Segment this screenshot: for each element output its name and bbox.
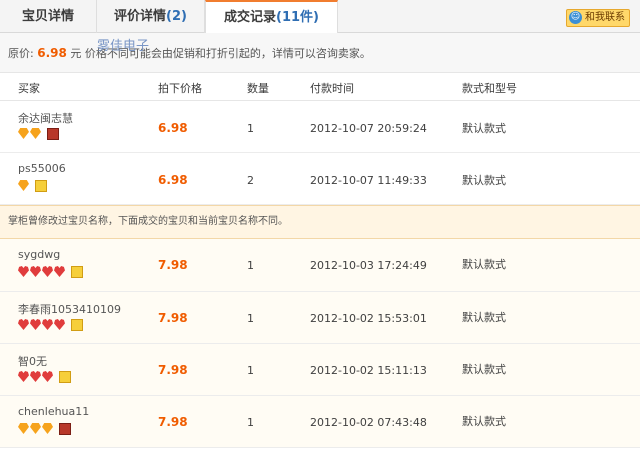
heart-icon: [42, 266, 53, 277]
row-qty: 1: [247, 312, 254, 325]
buyer-badges: [18, 423, 71, 437]
table-row: sygdwg 7.98 1 2012-10-03 17:24:49 默认款式: [0, 239, 640, 292]
contact-button[interactable]: ☺ 和我联系: [566, 9, 630, 27]
row-style: 默认款式: [462, 258, 506, 271]
tab-transactions[interactable]: 成交记录(11件): [205, 0, 338, 34]
credit-tag-icon: [59, 423, 71, 435]
heart-icon: [30, 371, 41, 382]
buyer-name[interactable]: 李春雨1053410109: [18, 301, 121, 317]
tab-label: 评价详情: [114, 9, 167, 24]
row-time: 2012-10-02 15:11:13: [310, 364, 427, 377]
table-row: 智0无 7.98 1 2012-10-02 15:11:13 默认款式: [0, 344, 640, 396]
tab-label: 成交记录: [224, 10, 277, 25]
table-row: 余达闽志慧 6.98 1 2012-10-07 20:59:24 默认款式: [0, 101, 640, 153]
buyer-badges: [18, 180, 47, 194]
diamond-icon: [18, 423, 29, 434]
heart-icon: [42, 371, 53, 382]
tab-label: 宝贝详情: [21, 9, 74, 24]
row-price: 7.98: [158, 258, 188, 272]
row-price: 7.98: [158, 311, 188, 325]
row-time: 2012-10-02 15:53:01: [310, 312, 427, 325]
tab-count: (11件): [276, 10, 319, 25]
row-time: 2012-10-02 07:43:48: [310, 416, 427, 429]
tab-bar: 宝贝详情 评价详情(2) 成交记录(11件) ☺ 和我联系: [0, 0, 640, 34]
heart-icon: [18, 319, 29, 330]
col-qty: 数量: [247, 82, 269, 95]
buyer-badges: [18, 371, 71, 385]
diamond-icon: [18, 180, 29, 191]
buyer-badges: [18, 128, 59, 142]
credit-tag-icon: [71, 266, 83, 278]
row-price: 6.98: [158, 121, 188, 135]
diamond-icon: [30, 128, 41, 139]
heart-icon: [18, 266, 29, 277]
diamond-icon: [18, 128, 29, 139]
heart-icon: [54, 319, 65, 330]
price-label: 原价:: [8, 47, 34, 60]
row-style: 默认款式: [462, 415, 506, 428]
heart-icon: [42, 319, 53, 330]
rename-notice: 掌柜曾修改过宝贝名称，下面成交的宝贝和当前宝贝名称不同。: [0, 205, 640, 239]
row-style: 默认款式: [462, 311, 506, 324]
diamond-icon: [30, 423, 41, 434]
buyer-name[interactable]: 智0无: [18, 353, 47, 369]
original-price: 6.98: [37, 46, 67, 60]
tab-count: (2): [166, 9, 187, 24]
price-bar: 原价: 6.98 元 价格不同可能会由促销和打折引起的，详情可以咨询卖家。 雾佳…: [0, 33, 640, 73]
heart-icon: [30, 319, 41, 330]
table-row: chenlehua11 7.98 1 2012-10-02 07:43:48 默…: [0, 396, 640, 448]
credit-tag-icon: [35, 180, 47, 192]
buyer-badges: [18, 319, 83, 333]
table-row: ps55006 6.98 2 2012-10-07 11:49:33 默认款式: [0, 153, 640, 205]
row-time: 2012-10-03 17:24:49: [310, 259, 427, 272]
credit-tag-icon: [47, 128, 59, 140]
col-style: 款式和型号: [462, 82, 517, 95]
heart-icon: [30, 266, 41, 277]
row-qty: 1: [247, 259, 254, 272]
row-price: 7.98: [158, 363, 188, 377]
row-qty: 1: [247, 416, 254, 429]
buyer-badges: [18, 266, 83, 280]
col-time: 付款时间: [310, 82, 354, 95]
row-price: 7.98: [158, 415, 188, 429]
heart-icon: [54, 266, 65, 277]
col-price: 拍下价格: [158, 82, 202, 95]
tab-item-details[interactable]: 宝贝详情: [0, 0, 97, 33]
col-buyer: 买家: [18, 82, 40, 95]
chat-icon: ☺: [569, 11, 582, 24]
row-qty: 1: [247, 122, 254, 135]
credit-tag-icon: [71, 319, 83, 331]
table-row: 李春雨1053410109 7.98 1 2012-10-02 15:53:01…: [0, 292, 640, 344]
diamond-icon: [42, 423, 53, 434]
buyer-name[interactable]: sygdwg: [18, 248, 60, 261]
row-style: 默认款式: [462, 122, 506, 135]
brand-watermark: 雾佳电子: [97, 39, 150, 54]
row-time: 2012-10-07 20:59:24: [310, 122, 427, 135]
heart-icon: [18, 371, 29, 382]
row-qty: 2: [247, 174, 254, 187]
row-price: 6.98: [158, 173, 188, 187]
row-qty: 1: [247, 364, 254, 377]
contact-label: 和我联系: [585, 12, 625, 23]
buyer-name[interactable]: chenlehua11: [18, 405, 89, 418]
row-style: 默认款式: [462, 174, 506, 187]
row-style: 默认款式: [462, 363, 506, 376]
row-time: 2012-10-07 11:49:33: [310, 174, 427, 187]
credit-tag-icon: [59, 371, 71, 383]
price-unit: 元: [70, 47, 82, 60]
buyer-name[interactable]: ps55006: [18, 162, 66, 175]
table-header: 买家 拍下价格 数量 付款时间 款式和型号: [0, 73, 640, 101]
buyer-name[interactable]: 余达闽志慧: [18, 110, 73, 126]
